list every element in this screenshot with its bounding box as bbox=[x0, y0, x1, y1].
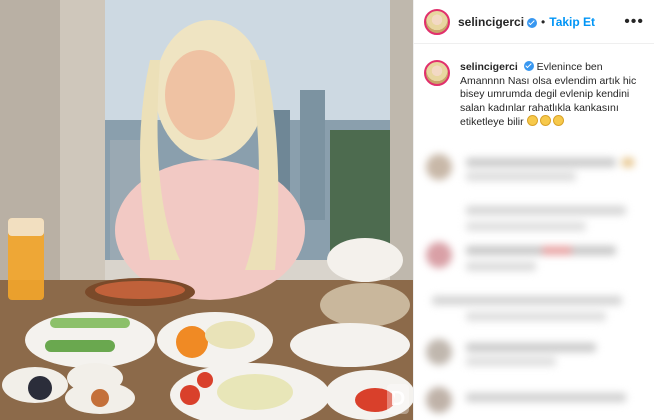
header-username[interactable]: selincigerci bbox=[458, 15, 524, 29]
caption-verified-badge-icon bbox=[523, 61, 534, 71]
grinning-sweat-emoji-icon bbox=[526, 115, 566, 128]
post-header: selincigerci • Takip Et ••• bbox=[414, 0, 654, 44]
blurred-comment bbox=[422, 150, 646, 190]
post-photo: D bbox=[0, 0, 413, 420]
caption-username[interactable]: selincigerci bbox=[460, 61, 518, 73]
follow-button[interactable]: Takip Et bbox=[549, 15, 595, 29]
caption-text: selincigerci Evlenince ben Amannnn Nası … bbox=[460, 60, 640, 130]
watermark-icon: D bbox=[387, 384, 409, 414]
separator-dot: • bbox=[541, 14, 546, 29]
caption: selincigerci Evlenince ben Amannnn Nası … bbox=[414, 44, 654, 130]
blurred-comment bbox=[422, 335, 646, 375]
blurred-comment bbox=[422, 290, 646, 330]
avatar[interactable] bbox=[424, 8, 450, 35]
verified-badge-icon bbox=[527, 17, 538, 28]
caption-avatar[interactable] bbox=[424, 60, 450, 86]
post-sidebar: selincigerci • Takip Et ••• selincigerci… bbox=[413, 0, 654, 420]
blurred-comment bbox=[422, 238, 646, 278]
blurred-comment bbox=[422, 385, 646, 415]
blurred-comment bbox=[422, 200, 646, 240]
more-options-icon[interactable]: ••• bbox=[624, 13, 644, 31]
